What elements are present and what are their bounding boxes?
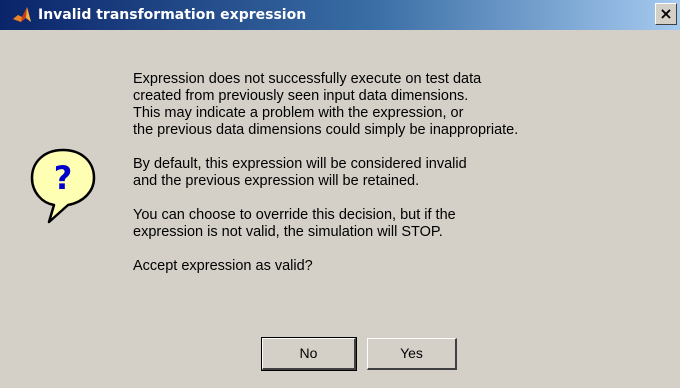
message-paragraph: By default, this expression will be cons… — [133, 156, 673, 190]
question-icon: ? — [30, 148, 96, 224]
message-line: This may indicate a problem with the exp… — [133, 105, 464, 121]
message-line: By default, this expression will be cons… — [133, 156, 467, 172]
message-line: You can choose to override this decision… — [133, 207, 456, 223]
yes-button[interactable]: Yes — [367, 338, 457, 370]
message-line: and the previous expression will be reta… — [133, 173, 420, 189]
close-button[interactable]: × — [655, 3, 677, 25]
close-icon: × — [659, 4, 673, 23]
prompt-question: Accept expression as valid? — [133, 258, 673, 275]
message-line: expression is not valid, the simulation … — [133, 224, 443, 240]
message-paragraph: Expression does not successfully execute… — [133, 71, 673, 139]
window-title: Invalid transformation expression — [38, 7, 307, 23]
title-bar[interactable]: Invalid transformation expression × — [0, 0, 680, 30]
message-line: Expression does not successfully execute… — [133, 71, 482, 87]
message-paragraph: You can choose to override this decision… — [133, 207, 673, 241]
message-line: the previous data dimensions could simpl… — [133, 122, 519, 138]
question-mark-glyph: ? — [54, 159, 73, 197]
message-line: created from previously seen input data … — [133, 88, 469, 104]
no-button[interactable]: No — [261, 337, 357, 371]
matlab-logo-icon — [13, 7, 31, 22]
message-line: Accept expression as valid? — [133, 258, 313, 274]
dialog-window: Invalid transformation expression × ? Ex… — [0, 0, 680, 388]
message-text: Expression does not successfully execute… — [133, 71, 673, 275]
